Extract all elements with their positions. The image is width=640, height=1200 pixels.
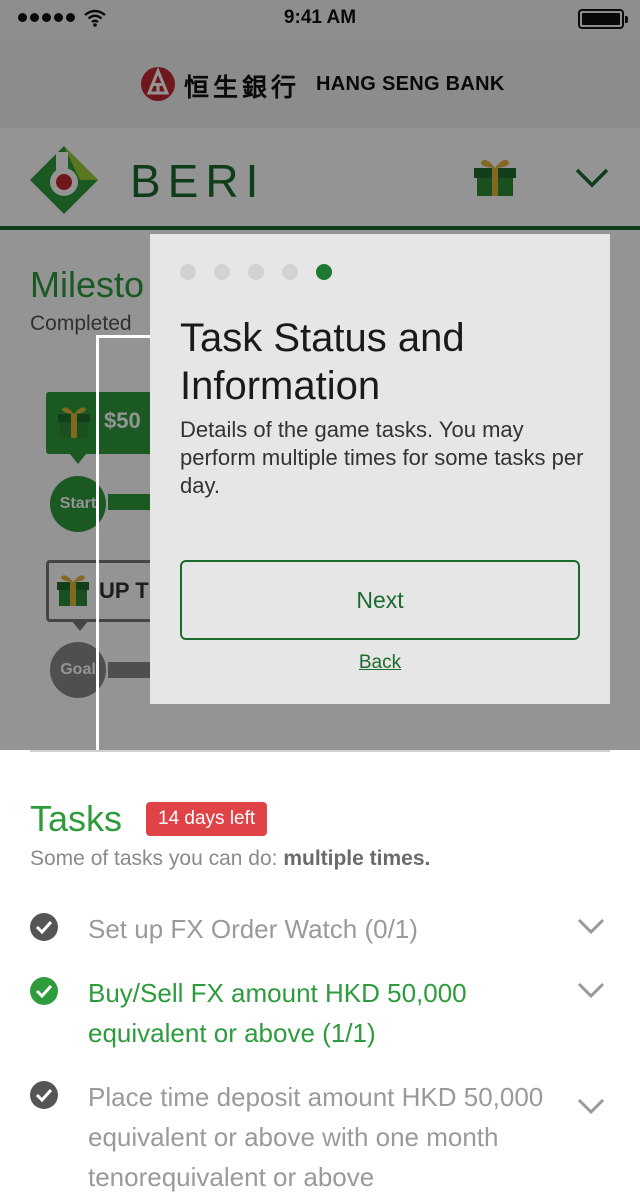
task-label: Buy/Sell FX amount HKD 50,000 equivalent… bbox=[88, 978, 467, 1048]
tasks-title: Tasks bbox=[30, 798, 123, 839]
step-dot bbox=[248, 264, 264, 280]
tasks-subtitle-emphasis: multiple times. bbox=[283, 847, 431, 870]
step-dot-active bbox=[316, 264, 332, 280]
check-circle-icon bbox=[30, 1081, 58, 1109]
tasks-subtitle-prefix: Some of tasks you can do: bbox=[30, 847, 284, 870]
chevron-down-icon[interactable] bbox=[576, 917, 606, 937]
step-dot bbox=[214, 264, 230, 280]
days-left-badge: 14 days left bbox=[146, 802, 268, 836]
tooltip-title: Task Status and Information bbox=[180, 316, 465, 408]
chevron-down-icon[interactable] bbox=[576, 981, 606, 1001]
spotlight-frame bbox=[96, 335, 152, 751]
task-label: Set up FX Order Watch (0/1) bbox=[88, 914, 418, 944]
step-dot bbox=[282, 264, 298, 280]
tooltip-body: Details of the game tasks. You may perfo… bbox=[180, 417, 584, 498]
task-label: Place time deposit amount HKD 50,000 equ… bbox=[88, 1082, 544, 1192]
step-dot bbox=[180, 264, 196, 280]
step-indicator bbox=[180, 264, 332, 280]
tasks-subtitle: Some of tasks you can do: multiple times… bbox=[30, 847, 430, 871]
onboarding-tooltip: Task Status and Information Details of t… bbox=[150, 234, 610, 704]
next-button[interactable]: Next bbox=[180, 560, 580, 640]
chevron-down-icon[interactable] bbox=[576, 1097, 606, 1117]
divider bbox=[30, 750, 610, 752]
check-circle-icon bbox=[30, 913, 58, 941]
back-link[interactable]: Back bbox=[150, 652, 610, 674]
check-circle-icon bbox=[30, 977, 58, 1005]
